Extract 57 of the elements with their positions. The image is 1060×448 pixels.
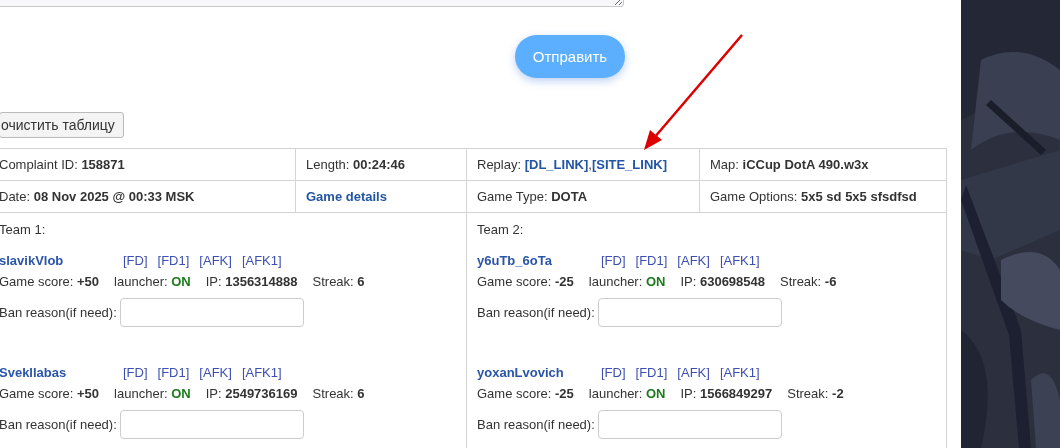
- stat-text: Streak: 6: [312, 274, 365, 290]
- player-name-link[interactable]: slavikVlob: [0, 252, 123, 268]
- stat-text: launcher: ON: [588, 274, 666, 290]
- replay-link[interactable]: [DL_LINK]: [524, 157, 589, 172]
- flag-link[interactable]: [FD1]: [157, 252, 190, 268]
- player-name-link[interactable]: Svekllabas: [0, 364, 123, 380]
- ban-reason-label: Ban reason(if need):: [0, 305, 117, 320]
- player-name-link[interactable]: yoxanLvovich: [477, 364, 601, 380]
- info-text: Complaint ID: 158871: [0, 157, 125, 172]
- stat-text: launcher: ON: [588, 386, 666, 402]
- flag-link[interactable]: [AFK1]: [719, 252, 760, 268]
- stat-text: IP: 630698548: [680, 274, 765, 290]
- info-text: Game Type: DOTA: [477, 189, 588, 204]
- stat-text: IP: 2549736169: [205, 386, 298, 402]
- ban-reason-field[interactable]: [119, 298, 304, 327]
- info-label: Replay:: [477, 157, 522, 172]
- flag-link[interactable]: [AFK]: [677, 252, 710, 268]
- flag-link[interactable]: [FD]: [123, 252, 148, 268]
- ban-reason-label: Ban reason(if need):: [477, 417, 595, 432]
- team-title: Team 2:: [477, 222, 524, 237]
- replay-link[interactable]: [SITE_LINK]: [591, 157, 667, 172]
- stat-text: Game score: -25: [477, 274, 574, 290]
- flag-link[interactable]: [FD]: [601, 252, 626, 268]
- ban-reason-field[interactable]: [597, 410, 782, 439]
- stat-text: IP: 1566849297: [680, 386, 773, 402]
- flag-link[interactable]: [FD1]: [635, 364, 668, 380]
- info-text: Length: 00:24:46: [306, 157, 406, 172]
- separator-text: ,: [588, 157, 592, 172]
- stat-text: launcher: ON: [114, 274, 191, 290]
- info-text: Map: iCCup DotA 490.w3x: [710, 157, 869, 172]
- flag-link[interactable]: [AFK1]: [241, 364, 282, 380]
- ban-reason-field[interactable]: [119, 410, 304, 439]
- flag-link[interactable]: [AFK]: [677, 364, 710, 380]
- stat-text: Streak: -6: [780, 274, 837, 290]
- ban-reason-label: Ban reason(if need):: [477, 305, 595, 320]
- flag-link[interactable]: [AFK]: [199, 364, 232, 380]
- ban-reason-label: Ban reason(if need):: [0, 417, 117, 432]
- flag-link[interactable]: [FD]: [601, 364, 626, 380]
- stat-text: Streak: 6: [312, 386, 365, 402]
- flag-link[interactable]: [AFK1]: [241, 252, 282, 268]
- clear-table-button[interactable]: очистить таблицу: [0, 112, 124, 138]
- flag-link[interactable]: [FD1]: [635, 252, 668, 268]
- info-text: Date: 08 Nov 2025 @ 00:33 MSK: [0, 189, 195, 204]
- flag-link[interactable]: [FD]: [123, 364, 148, 380]
- ban-reason-field[interactable]: [597, 298, 782, 327]
- stat-text: Streak: -2: [787, 386, 844, 402]
- flag-link[interactable]: [AFK]: [199, 252, 232, 268]
- info-text: Game Options: 5x5 sd 5x5 sfsdfsd: [710, 189, 917, 204]
- stat-text: Game score: +50: [0, 386, 100, 402]
- stat-text: IP: 1356314888: [205, 274, 298, 290]
- player-name-link[interactable]: y6uTb_6oTa: [477, 252, 601, 268]
- stat-text: Game score: -25: [477, 386, 574, 402]
- stat-text: launcher: ON: [114, 386, 191, 402]
- flag-link[interactable]: [FD1]: [157, 364, 190, 380]
- stat-text: Game score: +50: [0, 274, 100, 290]
- flag-link[interactable]: [AFK1]: [719, 364, 760, 380]
- team-title: Team 1:: [0, 222, 46, 237]
